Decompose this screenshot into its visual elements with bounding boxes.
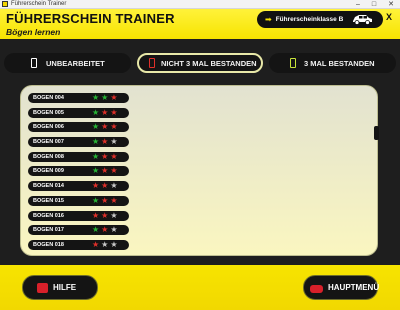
- green-star-icon: ★: [92, 107, 102, 117]
- tab-label: UNBEARBEITET: [46, 58, 105, 68]
- red-star-icon: ★: [101, 195, 111, 205]
- red-star-icon: ★: [101, 122, 111, 132]
- grey-star-icon: ★: [110, 239, 120, 249]
- window-title: Führerschein Trainer: [11, 1, 67, 7]
- red-star-icon: ★: [110, 151, 120, 161]
- green-star-icon: ★: [92, 122, 102, 132]
- main-menu-label: HAUPTMENÜ: [328, 283, 380, 292]
- bogen-label: BOGEN 018: [33, 241, 64, 248]
- green-star-icon: ★: [92, 151, 102, 161]
- red-star-icon: ★: [101, 166, 111, 176]
- red-star-icon: ★: [110, 122, 120, 132]
- bogen-label: BOGEN 004: [33, 95, 64, 101]
- red-star-icon: ★: [92, 181, 102, 191]
- list-item[interactable]: BOGEN 008 ★★★: [28, 151, 129, 162]
- help-label: HILFE: [53, 283, 77, 292]
- rating-stars: ★★★: [92, 196, 120, 206]
- grey-star-icon: ★: [110, 181, 120, 191]
- red-star-icon: ★: [110, 166, 120, 176]
- rating-stars: ★★★: [92, 166, 120, 176]
- window-titlebar: Führerschein Trainer – □ ✕: [0, 0, 400, 9]
- rating-stars: ★★★: [92, 152, 120, 162]
- grey-star-icon: ★: [101, 239, 111, 249]
- tab-nicht-3-mal-bestanden[interactable]: NICHT 3 MAL BESTANDEN: [137, 53, 263, 73]
- list-item[interactable]: BOGEN 004 ★★★: [28, 93, 129, 103]
- close-button[interactable]: X: [386, 12, 392, 22]
- license-class-button[interactable]: ➡ Führerscheinklasse B: [257, 11, 383, 28]
- red-star-icon: ★: [101, 137, 111, 147]
- rating-stars: ★★★: [92, 122, 120, 132]
- minimize-button[interactable]: –: [352, 0, 364, 9]
- list-item[interactable]: BOGEN 018 ★★★: [28, 239, 129, 250]
- red-page-icon: [149, 58, 155, 68]
- window-close-button[interactable]: ✕: [385, 0, 397, 9]
- bogen-label: BOGEN 017: [33, 227, 64, 234]
- grey-star-icon: ★: [110, 225, 120, 235]
- tab-unbearbeitet[interactable]: UNBEARBEITET: [4, 53, 131, 73]
- rating-stars: ★★★: [92, 225, 120, 235]
- red-star-icon: ★: [101, 225, 111, 235]
- bogen-list: BOGEN 004 ★★★ BOGEN 005 ★★★ BOGEN 006 ★★★ BOGE…: [28, 93, 129, 255]
- list-item[interactable]: BOGEN 006 ★★★: [28, 122, 129, 133]
- green-star-icon: ★: [92, 166, 102, 176]
- bogen-label: BOGEN 005: [33, 109, 64, 116]
- bogen-label: BOGEN 015: [33, 197, 64, 204]
- red-star-icon: ★: [110, 107, 120, 117]
- bogen-label: BOGEN 008: [33, 153, 64, 160]
- green-star-icon: ★: [92, 137, 102, 147]
- list-item[interactable]: BOGEN 017 ★★★: [28, 225, 129, 236]
- tab-3-mal-bestanden[interactable]: 3 MAL BESTANDEN: [269, 53, 396, 73]
- list-item[interactable]: BOGEN 015 ★★★: [28, 195, 129, 206]
- grey-star-icon: ★: [110, 210, 120, 220]
- bogen-label: BOGEN 016: [33, 212, 64, 219]
- app-title: FÜHRERSCHEIN TRAINER: [6, 11, 175, 26]
- bogen-label: BOGEN 014: [33, 183, 64, 190]
- list-item[interactable]: BOGEN 016 ★★★: [28, 210, 129, 221]
- bogen-list-panel: BOGEN 004 ★★★ BOGEN 005 ★★★ BOGEN 006 ★★★ BOGE…: [20, 85, 378, 256]
- license-class-label: Führerscheinklasse B: [275, 16, 344, 23]
- red-star-icon: ★: [101, 107, 111, 117]
- rating-stars: ★★★: [92, 93, 120, 103]
- green-star-icon: ★: [92, 195, 102, 205]
- app-header: FÜHRERSCHEIN TRAINER Bögen lernen ➡ Führ…: [0, 9, 400, 39]
- red-star-icon: ★: [92, 239, 102, 249]
- bogen-label: BOGEN 007: [33, 139, 64, 146]
- rating-stars: ★★★: [92, 137, 120, 147]
- page-subtitle: Bögen lernen: [6, 27, 61, 37]
- help-button[interactable]: HILFE: [22, 275, 98, 300]
- camera-icon: [37, 283, 48, 293]
- red-star-icon: ★: [101, 210, 111, 220]
- rating-stars: ★★★: [92, 211, 120, 221]
- green-star-icon: ★: [92, 225, 102, 235]
- list-item[interactable]: BOGEN 005 ★★★: [28, 107, 129, 118]
- green-page-icon: [290, 58, 296, 68]
- rating-stars: ★★★: [92, 181, 120, 191]
- bogen-label: BOGEN 006: [33, 124, 64, 131]
- white-page-icon: [31, 58, 37, 68]
- red-star-icon: ★: [110, 93, 120, 102]
- rating-stars: ★★★: [92, 240, 120, 250]
- car-icon: [310, 285, 323, 293]
- red-star-icon: ★: [92, 210, 102, 220]
- red-star-icon: ★: [110, 195, 120, 205]
- rating-stars: ★★★: [92, 108, 120, 118]
- car-icon: [353, 15, 372, 25]
- grey-star-icon: ★: [110, 137, 120, 147]
- tab-label: NICHT 3 MAL BESTANDEN: [161, 58, 257, 68]
- list-item[interactable]: BOGEN 007 ★★★: [28, 137, 129, 148]
- tab-label: 3 MAL BESTANDEN: [304, 58, 375, 68]
- maximize-button[interactable]: □: [368, 0, 380, 9]
- bogen-label: BOGEN 009: [33, 168, 64, 175]
- list-item[interactable]: BOGEN 009 ★★★: [28, 166, 129, 177]
- list-item[interactable]: BOGEN 014 ★★★: [28, 181, 129, 192]
- main-menu-button[interactable]: HAUPTMENÜ: [303, 275, 380, 300]
- arrow-right-icon: ➡: [265, 15, 272, 24]
- green-star-icon: ★: [101, 93, 111, 102]
- red-star-icon: ★: [101, 181, 111, 191]
- app-icon: [2, 1, 8, 7]
- green-star-icon: ★: [92, 93, 102, 102]
- red-star-icon: ★: [101, 151, 111, 161]
- scrollbar-thumb[interactable]: [374, 126, 379, 140]
